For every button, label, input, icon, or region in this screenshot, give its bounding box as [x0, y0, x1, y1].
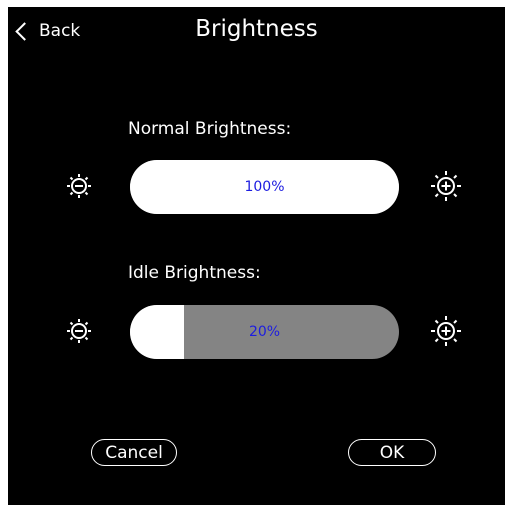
idle-brightness-slider[interactable]: 20% [130, 305, 399, 359]
page-title: Brightness [195, 16, 318, 42]
brightness-increase-icon[interactable] [424, 309, 468, 353]
brightness-screen: Back Brightness Normal Brightness: 100% [8, 7, 505, 505]
brightness-increase-icon[interactable] [424, 164, 468, 208]
cancel-button[interactable]: Cancel [91, 439, 177, 466]
normal-brightness-slider[interactable]: 100% [130, 160, 399, 214]
idle-brightness-value: 20% [248, 324, 281, 340]
normal-brightness-label: Normal Brightness: [128, 119, 292, 139]
brightness-decrease-icon[interactable] [57, 164, 101, 208]
brightness-decrease-icon[interactable] [57, 309, 101, 353]
normal-brightness-value: 100% [244, 179, 285, 195]
idle-brightness-label: Idle Brightness: [128, 263, 261, 283]
ok-button[interactable]: OK [348, 439, 436, 466]
